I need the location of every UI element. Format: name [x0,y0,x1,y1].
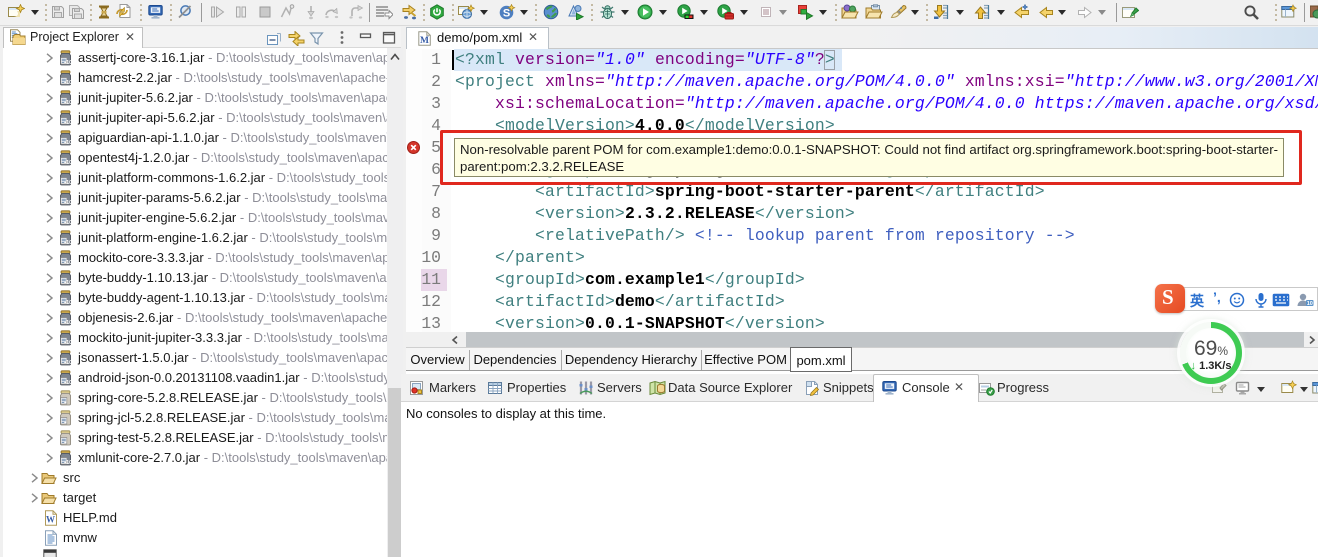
svg-text:10: 10 [66,140,72,146]
svg-text:S: S [503,8,510,20]
svg-text:10: 10 [66,380,72,386]
svg-text:10: 10 [66,220,72,226]
svg-text:10: 10 [66,320,72,326]
svg-text:10: 10 [66,100,72,106]
svg-text:10: 10 [66,300,72,306]
svg-text:M: M [420,36,429,46]
svg-text:10: 10 [66,240,72,246]
svg-text:10: 10 [66,200,72,206]
svg-text:10: 10 [66,460,72,466]
svg-text:10: 10 [66,280,72,286]
svg-text:10: 10 [1307,301,1313,307]
svg-text:10: 10 [66,160,72,166]
svg-text:10: 10 [66,60,72,66]
svg-text:10: 10 [66,180,72,186]
svg-text:10: 10 [66,340,72,346]
svg-text:10: 10 [66,80,72,86]
svg-text:10: 10 [66,360,72,366]
svg-text:10: 10 [66,260,72,266]
svg-text:W: W [46,515,55,525]
svg-text:10: 10 [66,120,72,126]
